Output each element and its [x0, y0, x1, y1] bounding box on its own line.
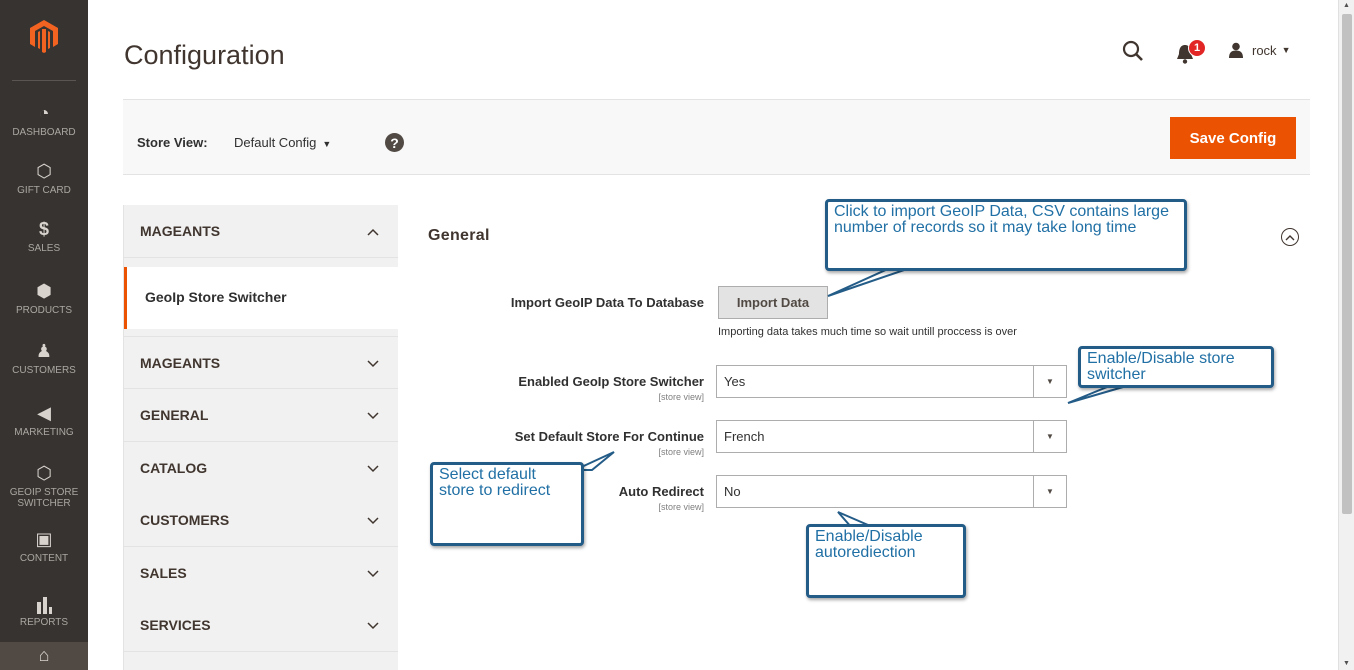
- save-config-button[interactable]: Save Config: [1170, 117, 1296, 159]
- nav-label: REPORTS: [19, 617, 69, 628]
- tab-group-mageants[interactable]: MAGEANTS: [124, 336, 398, 389]
- chevron-down-icon: [367, 617, 379, 633]
- hexagon-icon: ⬡: [36, 463, 52, 483]
- nav-label: GIFT CARD: [17, 185, 71, 196]
- dollar-icon: $: [38, 219, 49, 239]
- logo-divider: [12, 80, 76, 81]
- layout-icon: ▣: [35, 529, 53, 549]
- magento-logo-icon[interactable]: [0, 0, 88, 72]
- user-icon: [1229, 42, 1243, 58]
- callout-default-store: Select default store to redirect: [430, 462, 584, 546]
- search-icon[interactable]: [1122, 40, 1144, 62]
- tab-link-label: GeoIp Store Switcher: [145, 289, 287, 305]
- nav-label: DASHBOARD: [12, 127, 76, 138]
- nav-item-stores[interactable]: ⌂: [0, 642, 88, 670]
- section-title-general[interactable]: General: [428, 227, 490, 245]
- person-icon: ♟: [35, 341, 53, 361]
- tab-group-services[interactable]: SERVICES: [124, 599, 398, 652]
- tab-group-general[interactable]: GENERAL: [124, 389, 398, 442]
- nav-item-reports[interactable]: REPORTS: [0, 588, 88, 650]
- tab-group-catalog[interactable]: CATALOG: [124, 442, 398, 495]
- nav-item-gift-card[interactable]: ⬡ GIFT CARD: [0, 156, 88, 218]
- callout-enable-switcher: Enable/Disable store switcher: [1078, 346, 1274, 388]
- nav-label: CUSTOMERS: [12, 365, 76, 376]
- store-view-scope-note: [store view]: [658, 447, 704, 457]
- nav-label: SALES: [27, 243, 61, 254]
- default-store-label: Set Default Store For Continue: [514, 429, 704, 444]
- select-arrow-icon: ▼: [1033, 421, 1066, 452]
- scroll-down-icon[interactable]: ▼: [1343, 660, 1350, 667]
- tab-group-customers[interactable]: CUSTOMERS: [124, 494, 398, 547]
- user-name: rock: [1252, 42, 1277, 58]
- nav-item-products[interactable]: ⬢ PRODUCTS: [0, 276, 88, 338]
- store-icon: ⌂: [38, 645, 50, 665]
- nav-item-sales[interactable]: $ SALES: [0, 214, 88, 276]
- callout-autoredirect: Enable/Disable autorediection: [806, 524, 966, 598]
- nav-label: MARKETING: [14, 427, 74, 438]
- default-store-select[interactable]: French ▼: [716, 420, 1067, 453]
- callout-import: Click to import GeoIP Data, CSV contains…: [825, 199, 1187, 271]
- auto-redirect-select[interactable]: No ▼: [716, 475, 1067, 508]
- dashboard-icon: ◔: [38, 103, 50, 123]
- select-value: French: [724, 429, 765, 444]
- nav-item-customers[interactable]: ♟ CUSTOMERS: [0, 336, 88, 398]
- nav-item-marketing[interactable]: ◀ MARKETING: [0, 398, 88, 460]
- store-view-switcher[interactable]: Default Config ▼: [234, 135, 331, 150]
- collapse-section-icon[interactable]: [1281, 228, 1299, 246]
- nav-label: CONTENT: [19, 553, 69, 564]
- select-arrow-icon: ▼: [1033, 476, 1066, 507]
- config-tabs-panel: MAGEANTS GeoIp Store Switcher MAGEANTS G…: [123, 205, 398, 670]
- chevron-down-icon: [367, 355, 379, 371]
- hexagon-icon: ⬡: [36, 161, 52, 181]
- help-icon[interactable]: ?: [385, 133, 404, 152]
- chevron-down-icon: [367, 512, 379, 528]
- import-geoip-label: Import GeoIP Data To Database: [510, 295, 704, 310]
- tab-group-label: SALES: [140, 565, 187, 581]
- enabled-switcher-label: Enabled GeoIp Store Switcher: [518, 374, 704, 389]
- tab-group-label: CATALOG: [140, 460, 208, 476]
- cube-icon: ⬢: [36, 281, 52, 301]
- select-value: Yes: [724, 374, 746, 389]
- tab-group-mageants[interactable]: MAGEANTS: [124, 205, 398, 258]
- tab-link-geoip-store-switcher[interactable]: GeoIp Store Switcher: [124, 267, 398, 329]
- tab-group-label: CUSTOMERS: [140, 512, 230, 528]
- chevron-down-icon: [367, 460, 379, 476]
- chevron-down-icon: [367, 407, 379, 423]
- notification-count-badge: 1: [1188, 39, 1206, 57]
- page-title: Configuration: [124, 40, 285, 70]
- nav-label: PRODUCTS: [15, 305, 73, 316]
- store-view-scope-note: [store view]: [658, 392, 704, 402]
- page-scrollbar[interactable]: ▲ ▼: [1338, 0, 1354, 670]
- tab-group-label: GENERAL: [140, 407, 209, 423]
- import-data-button[interactable]: Import Data: [718, 286, 828, 319]
- megaphone-icon: ◀: [37, 403, 51, 423]
- user-menu[interactable]: rock ▼: [1228, 42, 1290, 58]
- store-view-value: Default Config: [234, 135, 317, 150]
- scrollbar-thumb[interactable]: [1342, 14, 1352, 514]
- tab-group-label: MAGEANTS: [140, 354, 221, 371]
- select-value: No: [724, 484, 741, 499]
- nav-item-geoip-store-switcher[interactable]: ⬡ GEOIP STORE SWITCHER: [0, 458, 88, 522]
- nav-item-dashboard[interactable]: ◔ DASHBOARD: [0, 98, 88, 160]
- enabled-switcher-select[interactable]: Yes ▼: [716, 365, 1067, 398]
- caret-down-icon: ▼: [1281, 45, 1291, 55]
- scroll-up-icon[interactable]: ▲: [1343, 2, 1350, 9]
- tab-group-label: SERVICES: [140, 617, 211, 633]
- tab-group-sales[interactable]: SALES: [124, 547, 398, 600]
- store-view-scope-note: [store view]: [658, 502, 704, 512]
- chevron-up-icon: [367, 223, 379, 239]
- store-view-bar: Store View: Default Config ▼ ? Save Confi…: [123, 99, 1310, 175]
- auto-redirect-label: Auto Redirect: [618, 484, 704, 499]
- admin-sidebar: ◔ DASHBOARD ⬡ GIFT CARD $ SALES ⬢ PRODUC…: [0, 0, 88, 670]
- select-arrow-icon: ▼: [1033, 366, 1066, 397]
- nav-label: GEOIP STORE SWITCHER: [9, 487, 79, 509]
- chevron-down-icon: [367, 565, 379, 581]
- import-note: Importing data takes much time so wait u…: [718, 326, 1017, 338]
- store-view-label: Store View:: [137, 135, 208, 150]
- nav-item-content[interactable]: ▣ CONTENT: [0, 524, 88, 586]
- bar-chart-icon: [36, 588, 52, 614]
- caret-down-icon: ▼: [322, 139, 332, 149]
- tab-group-label: MAGEANTS: [140, 223, 221, 239]
